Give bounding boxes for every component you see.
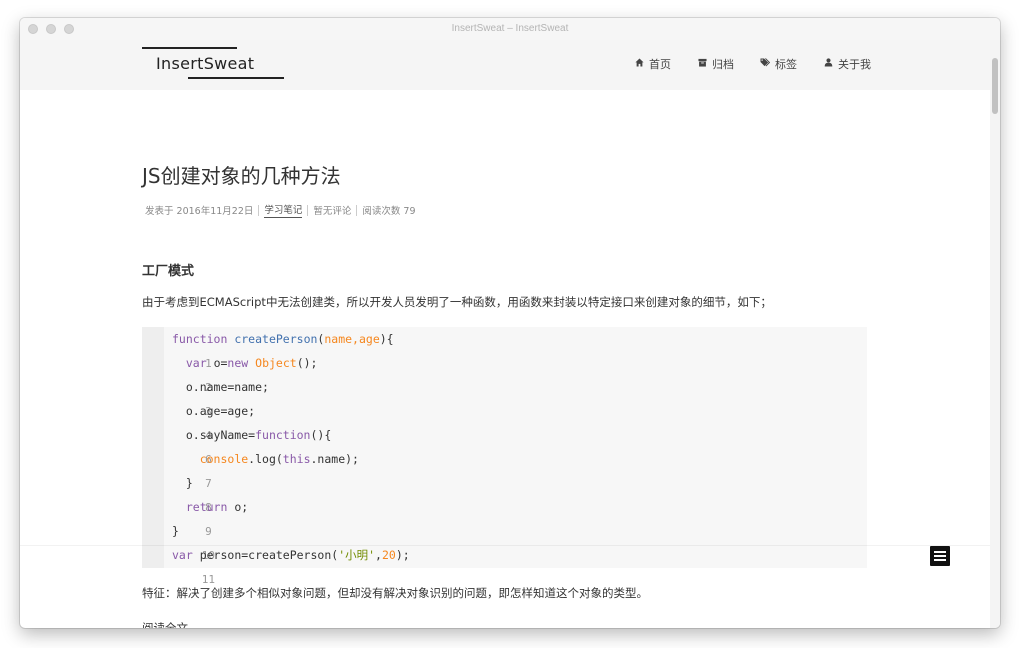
home-icon bbox=[634, 58, 644, 70]
code-line: 11 var person=createPerson('小明',20); bbox=[142, 543, 867, 586]
nav-home[interactable]: 首页 bbox=[634, 56, 671, 72]
meta-separator bbox=[356, 204, 358, 216]
archive-icon bbox=[697, 58, 707, 70]
code-line: 7 console.log(this.name); bbox=[142, 447, 867, 490]
post-comments[interactable]: 暂无评论 bbox=[313, 203, 351, 217]
code-text: } bbox=[172, 476, 193, 490]
window-controls bbox=[28, 24, 74, 34]
code-line: 9 return o; bbox=[142, 495, 867, 538]
nav-about-label: 关于我 bbox=[838, 58, 871, 71]
meta-separator bbox=[258, 204, 260, 216]
menu-toggle-button[interactable] bbox=[930, 546, 950, 566]
close-window-button[interactable] bbox=[28, 24, 38, 34]
code-text: console.log(this.name); bbox=[199, 452, 359, 466]
window-titlebar: InsertSweat – InsertSweat bbox=[20, 18, 1000, 40]
code-text: var person=createPerson('小明',20); bbox=[172, 548, 410, 562]
code-text: var o=new Object(); bbox=[185, 356, 318, 370]
code-text: o.age=age; bbox=[172, 404, 256, 418]
code-line: 10 } bbox=[142, 519, 867, 562]
user-icon bbox=[823, 58, 833, 70]
intro-paragraph: 由于考虑到ECMAScript中无法创建类，所以开发人员发明了一种函数，用函数来… bbox=[142, 295, 772, 309]
code-line: 2 var o=new Object(); bbox=[142, 351, 867, 394]
code-text: function createPerson(name,age){ bbox=[172, 332, 394, 346]
nav-archive[interactable]: 归档 bbox=[697, 56, 734, 72]
code-line: 8 } bbox=[142, 471, 867, 514]
code-text: o.name=name; bbox=[172, 380, 269, 394]
nav-home-label: 首页 bbox=[649, 58, 671, 71]
nav-tags[interactable]: 标签 bbox=[760, 56, 797, 72]
nav-about[interactable]: 关于我 bbox=[823, 56, 871, 72]
scrollbar-thumb[interactable] bbox=[992, 58, 998, 114]
window-title: InsertSweat – InsertSweat bbox=[451, 23, 569, 34]
code-line: 1 function createPerson(name,age){ bbox=[142, 327, 867, 370]
nav-archive-label: 归档 bbox=[712, 58, 734, 71]
zoom-window-button[interactable] bbox=[64, 24, 74, 34]
minimize-window-button[interactable] bbox=[46, 24, 56, 34]
read-more-link[interactable]: 阅读全文 bbox=[142, 620, 188, 628]
logo-bottom-line bbox=[188, 77, 284, 79]
browser-window: InsertSweat – InsertSweat InsertSweat 首页… bbox=[20, 18, 1000, 628]
code-line: 3 o.name=name; bbox=[142, 375, 867, 418]
code-text: o.sayName=function(){ bbox=[172, 428, 332, 442]
post-category-link[interactable]: 学习笔记 bbox=[264, 202, 303, 218]
code-text: } bbox=[172, 524, 179, 538]
feature-paragraph: 特征：解决了创建多个相似对象问题，但却没有解决对象识别的问题，即怎样知道这个对象… bbox=[142, 586, 648, 600]
site-header: InsertSweat 首页 归档 标签 关于我 bbox=[20, 40, 990, 90]
vertical-scrollbar[interactable] bbox=[990, 40, 1000, 628]
nav-tags-label: 标签 bbox=[775, 58, 797, 71]
footer-divider bbox=[20, 545, 990, 546]
tags-icon bbox=[760, 58, 771, 70]
code-block: 1 function createPerson(name,age){ 2 var… bbox=[142, 327, 867, 586]
post-meta: 发表于 2016年11月22日 学习笔记 暂无评论 阅读次数 79 bbox=[145, 202, 416, 218]
post-views: 阅读次数 79 bbox=[362, 206, 416, 217]
site-logo[interactable]: InsertSweat bbox=[142, 47, 284, 79]
logo-top-line bbox=[142, 47, 237, 49]
hamburger-icon bbox=[934, 559, 946, 561]
main-nav: 首页 归档 标签 关于我 bbox=[634, 56, 871, 72]
code-line: 4 o.age=age; bbox=[142, 399, 867, 442]
code-text: return o; bbox=[185, 500, 249, 514]
post-date: 发表于 2016年11月22日 bbox=[145, 206, 254, 217]
hamburger-icon bbox=[934, 555, 946, 557]
section-heading: 工厂模式 bbox=[142, 264, 195, 279]
code-line: 6 o.sayName=function(){ bbox=[142, 423, 867, 466]
hamburger-icon bbox=[934, 551, 946, 553]
logo-text: InsertSweat bbox=[156, 54, 255, 73]
post-title[interactable]: JS创建对象的几种方法 bbox=[142, 160, 341, 189]
meta-separator bbox=[307, 204, 309, 216]
